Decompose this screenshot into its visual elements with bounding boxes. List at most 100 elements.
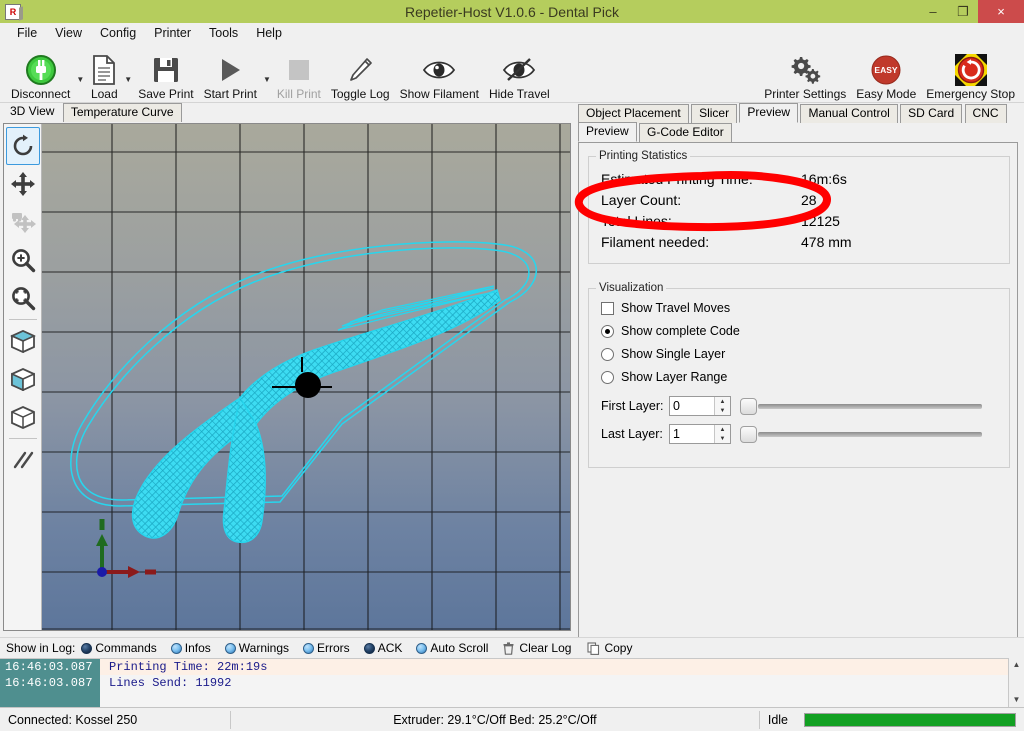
hide-travel-button[interactable]: Hide Travel: [484, 45, 555, 101]
kill-print-button[interactable]: Kill Print: [272, 45, 326, 101]
tab-3d-view[interactable]: 3D View: [4, 103, 61, 122]
log-row: 16:46:03.087 Lines Send: 11992: [0, 675, 1024, 691]
save-print-label: Save Print: [138, 87, 194, 101]
tab-object-placement[interactable]: Object Placement: [578, 104, 689, 123]
load-dropdown-icon[interactable]: ▼: [124, 75, 132, 84]
show-layer-range-radio[interactable]: Show Layer Range: [601, 370, 727, 384]
close-button[interactable]: ×: [978, 0, 1024, 23]
log-timestamp-empty: [0, 691, 100, 707]
log-message: Lines Send: 11992: [109, 676, 232, 690]
show-filament-label: Show Filament: [399, 87, 479, 101]
menu-view[interactable]: View: [46, 24, 91, 42]
subtab-gcode-editor[interactable]: G-Code Editor: [639, 123, 732, 142]
emergency-stop-icon: [954, 53, 988, 87]
easy-mode-button[interactable]: EASY Easy Mode: [851, 45, 921, 101]
log-filter-infos-label: Infos: [184, 641, 211, 655]
trash-icon: [503, 641, 514, 655]
log-filter-commands[interactable]: Commands: [81, 641, 157, 655]
disconnect-dropdown-icon[interactable]: ▼: [76, 75, 84, 84]
emergency-stop-label: Emergency Stop: [926, 87, 1015, 101]
toggle-log-button[interactable]: Toggle Log: [326, 45, 395, 101]
printer-settings-label: Printer Settings: [764, 87, 847, 101]
printer-settings-button[interactable]: Printer Settings: [759, 45, 851, 101]
menu-config[interactable]: Config: [91, 24, 145, 42]
right-pane: Object Placement Slicer Preview Manual C…: [574, 103, 1024, 731]
tab-manual-control[interactable]: Manual Control: [800, 104, 898, 123]
scroll-down-icon[interactable]: ▼: [1013, 693, 1021, 707]
log-row-empty: [0, 691, 1024, 707]
move-object-tool-icon[interactable]: [6, 203, 40, 241]
disconnect-button[interactable]: Disconnect: [6, 45, 75, 101]
tab-temperature-curve[interactable]: Temperature Curve: [62, 103, 182, 122]
first-layer-input[interactable]: 0 ▲ ▼: [669, 396, 731, 416]
log-filter-auto-scroll-label: Auto Scroll: [430, 641, 489, 655]
window-title: Repetier-Host V1.0.6 - Dental Pick: [405, 3, 619, 20]
log-view[interactable]: 16:46:03.087 Printing Time: 22m:19s 16:4…: [0, 658, 1024, 707]
log-timestamp: 16:46:03.087: [0, 675, 100, 691]
subtab-preview[interactable]: Preview: [578, 122, 637, 142]
load-label: Load: [90, 87, 118, 101]
copy-button[interactable]: Copy: [587, 641, 632, 655]
first-layer-slider[interactable]: [740, 396, 982, 416]
menu-printer[interactable]: Printer: [145, 24, 200, 42]
emergency-stop-button[interactable]: Emergency Stop: [921, 45, 1020, 101]
stepper-down-icon[interactable]: ▼: [715, 406, 730, 415]
menu-tools[interactable]: Tools: [200, 24, 247, 42]
start-print-button[interactable]: Start Print: [199, 45, 262, 101]
last-layer-input[interactable]: 1 ▲ ▼: [669, 424, 731, 444]
first-layer-stepper[interactable]: ▲ ▼: [714, 397, 730, 415]
rotate-view-tool-icon[interactable]: [5, 127, 40, 165]
show-travel-moves-checkbox[interactable]: Show Travel Moves: [601, 301, 730, 315]
tab-cnc[interactable]: CNC: [964, 104, 1007, 123]
view-mode-wireframe-tool-icon[interactable]: [6, 398, 40, 436]
load-button[interactable]: Load: [85, 45, 123, 101]
total-lines-label: Total Lines:: [601, 213, 672, 229]
status-bar: Connected: Kossel 250 Extruder: 29.1°C/O…: [0, 707, 1024, 731]
tab-slicer[interactable]: Slicer: [691, 104, 738, 123]
3d-viewport[interactable]: [42, 124, 570, 630]
log-filter-commands-label: Commands: [95, 641, 157, 655]
last-layer-value: 1: [673, 427, 680, 441]
filament-needed-value: 478 mm: [801, 234, 852, 250]
view-mode-solid-tool-icon[interactable]: [6, 360, 40, 398]
maximize-button[interactable]: ❐: [948, 0, 978, 23]
pencil-icon: [345, 53, 375, 87]
log-filter-errors[interactable]: Errors: [303, 641, 350, 655]
log-filter-auto-scroll[interactable]: Auto Scroll: [416, 641, 488, 655]
slider-thumb[interactable]: [740, 398, 757, 415]
zoom-tool-icon[interactable]: [6, 241, 40, 279]
save-print-button[interactable]: Save Print: [133, 45, 198, 101]
scroll-up-icon[interactable]: ▲: [1013, 658, 1021, 672]
stepper-up-icon[interactable]: ▲: [715, 425, 730, 434]
stepper-up-icon[interactable]: ▲: [715, 397, 730, 406]
view-mode-flat-tool-icon[interactable]: [6, 322, 40, 360]
tab-sd-card[interactable]: SD Card: [900, 104, 963, 123]
minimize-button[interactable]: –: [918, 0, 948, 23]
left-tab-row: 3D View Temperature Curve: [0, 103, 574, 123]
title-bar: R Repetier-Host V1.0.6 - Dental Pick – ❐…: [0, 0, 1024, 23]
menu-file[interactable]: File: [8, 24, 46, 42]
log-filter-warnings[interactable]: Warnings: [224, 641, 289, 655]
parallel-lines-tool-icon[interactable]: [6, 441, 40, 479]
log-filter-infos[interactable]: Infos: [170, 641, 211, 655]
move-view-tool-icon[interactable]: [6, 165, 40, 203]
log-filter-ack[interactable]: ACK: [363, 641, 402, 655]
start-print-dropdown-icon[interactable]: ▼: [263, 75, 271, 84]
stepper-down-icon[interactable]: ▼: [715, 434, 730, 443]
log-scrollbar[interactable]: ▲ ▼: [1008, 658, 1024, 707]
show-filament-button[interactable]: Show Filament: [395, 45, 484, 101]
right-tab-row: Object Placement Slicer Preview Manual C…: [574, 103, 1024, 123]
last-layer-slider[interactable]: [740, 424, 982, 444]
slider-thumb[interactable]: [740, 426, 757, 443]
show-single-layer-radio[interactable]: Show Single Layer: [601, 347, 725, 361]
last-layer-stepper[interactable]: ▲ ▼: [714, 425, 730, 443]
menu-help[interactable]: Help: [247, 24, 291, 42]
show-complete-code-radio[interactable]: Show complete Code: [601, 324, 740, 338]
clear-log-button[interactable]: Clear Log: [502, 641, 571, 655]
gears-icon: [788, 53, 822, 87]
zoom-fit-tool-icon[interactable]: [6, 279, 40, 317]
show-in-log-label: Show in Log:: [6, 641, 76, 655]
layer-count-label: Layer Count:: [601, 192, 682, 208]
tab-preview[interactable]: Preview: [739, 103, 799, 123]
total-lines-value: 12125: [801, 213, 840, 229]
